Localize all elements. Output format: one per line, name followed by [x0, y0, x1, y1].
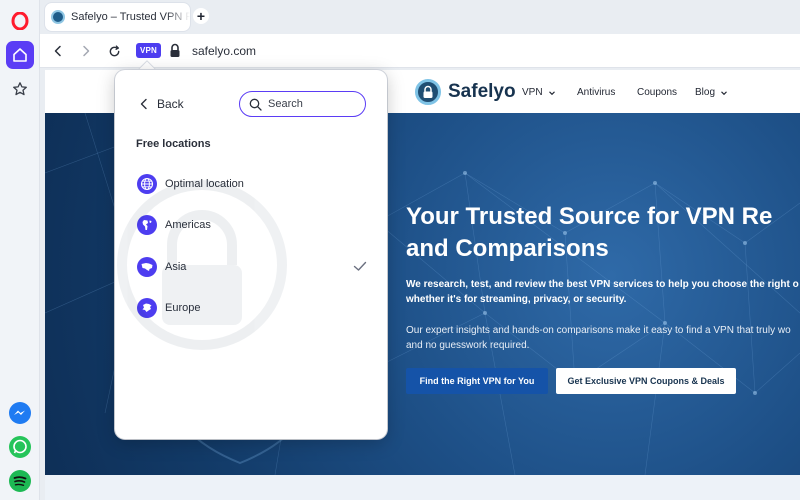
site-brand[interactable]: Safelyo	[415, 79, 516, 105]
hero-subtitle: We research, test, and review the best V…	[406, 277, 799, 307]
address-toolbar: VPN safelyo.com	[40, 34, 800, 68]
nav-vpn[interactable]: VPN	[522, 87, 556, 98]
vpn-badge-button[interactable]: VPN	[136, 43, 161, 58]
reload-icon[interactable]	[105, 42, 123, 60]
address-url[interactable]: safelyo.com	[192, 44, 256, 58]
globe-icon	[137, 174, 157, 194]
location-label: Optimal location	[165, 178, 244, 190]
search-icon	[249, 98, 262, 111]
lock-icon[interactable]	[169, 43, 181, 58]
location-item-optimal[interactable]: Optimal location	[137, 171, 367, 197]
vpn-locations-popup: Back Free locations Optimal location Ame…	[115, 70, 387, 439]
opera-logo-icon[interactable]	[6, 7, 34, 35]
hero-title-line2: and Comparisons	[406, 235, 609, 262]
asia-icon	[137, 257, 157, 277]
location-item-asia[interactable]: Asia	[137, 254, 367, 280]
location-search-box[interactable]	[239, 91, 366, 117]
find-vpn-button[interactable]: Find the Right VPN for You	[406, 368, 548, 394]
whatsapp-icon[interactable]	[6, 433, 34, 461]
chevron-left-icon	[140, 98, 147, 110]
hero-paragraph: Our expert insights and hands-on compari…	[406, 323, 791, 353]
nav-antivirus[interactable]: Antivirus	[577, 87, 615, 98]
free-locations-heading: Free locations	[136, 138, 211, 150]
back-label: Back	[157, 97, 184, 111]
hero-title: Your Trusted Source for VPN Re and Compa…	[406, 201, 800, 265]
coupons-deals-button[interactable]: Get Exclusive VPN Coupons & Deals	[556, 368, 736, 394]
messenger-icon[interactable]	[6, 399, 34, 427]
brand-name: Safelyo	[448, 81, 516, 102]
location-label: Europe	[165, 302, 201, 314]
hero-subtitle-line2: whether it's for streaming, privacy, or …	[406, 294, 627, 305]
hero-paragraph-line2: and no guesswork required.	[406, 340, 530, 351]
checkmark-icon	[353, 261, 367, 271]
hero-subtitle-line1: We research, test, and review the best V…	[406, 279, 799, 290]
star-icon[interactable]	[6, 75, 34, 103]
americas-icon	[137, 215, 157, 235]
chevron-down-icon	[721, 90, 727, 95]
forward-arrow-icon[interactable]	[77, 42, 95, 60]
chevron-down-icon	[548, 90, 555, 95]
browser-sidebar	[0, 0, 40, 500]
location-label: Americas	[165, 219, 211, 231]
new-tab-button[interactable]: +	[193, 8, 209, 24]
nav-blog-label: Blog	[695, 87, 716, 98]
tab-title: Safelyo – Trusted VPN Reviews	[71, 11, 190, 23]
hero-title-line1: Your Trusted Source for VPN Re	[406, 203, 773, 230]
europe-icon	[137, 298, 157, 318]
nav-blog[interactable]: Blog	[695, 87, 728, 98]
safelyo-favicon-icon	[51, 10, 65, 24]
nav-coupons[interactable]: Coupons	[637, 87, 677, 98]
page-bottom-strip	[45, 475, 800, 500]
spotify-icon[interactable]	[6, 467, 34, 495]
safelyo-logo-icon	[415, 79, 441, 105]
nav-coupons-label: Coupons	[637, 87, 678, 98]
home-icon[interactable]	[6, 41, 34, 69]
location-label: Asia	[165, 261, 187, 273]
nav-vpn-label: VPN	[522, 87, 543, 98]
hero-paragraph-line1: Our expert insights and hands-on compari…	[406, 325, 791, 336]
tab-safelyo[interactable]: Safelyo – Trusted VPN Reviews	[45, 3, 190, 31]
back-arrow-icon[interactable]	[49, 42, 67, 60]
location-item-americas[interactable]: Americas	[137, 212, 367, 238]
popup-back-button[interactable]: Back	[139, 97, 184, 111]
tab-strip: Safelyo – Trusted VPN Reviews +	[40, 0, 800, 34]
nav-antivirus-label: Antivirus	[577, 87, 616, 98]
location-item-europe[interactable]: Europe	[137, 295, 367, 321]
location-search-input[interactable]	[268, 98, 358, 110]
